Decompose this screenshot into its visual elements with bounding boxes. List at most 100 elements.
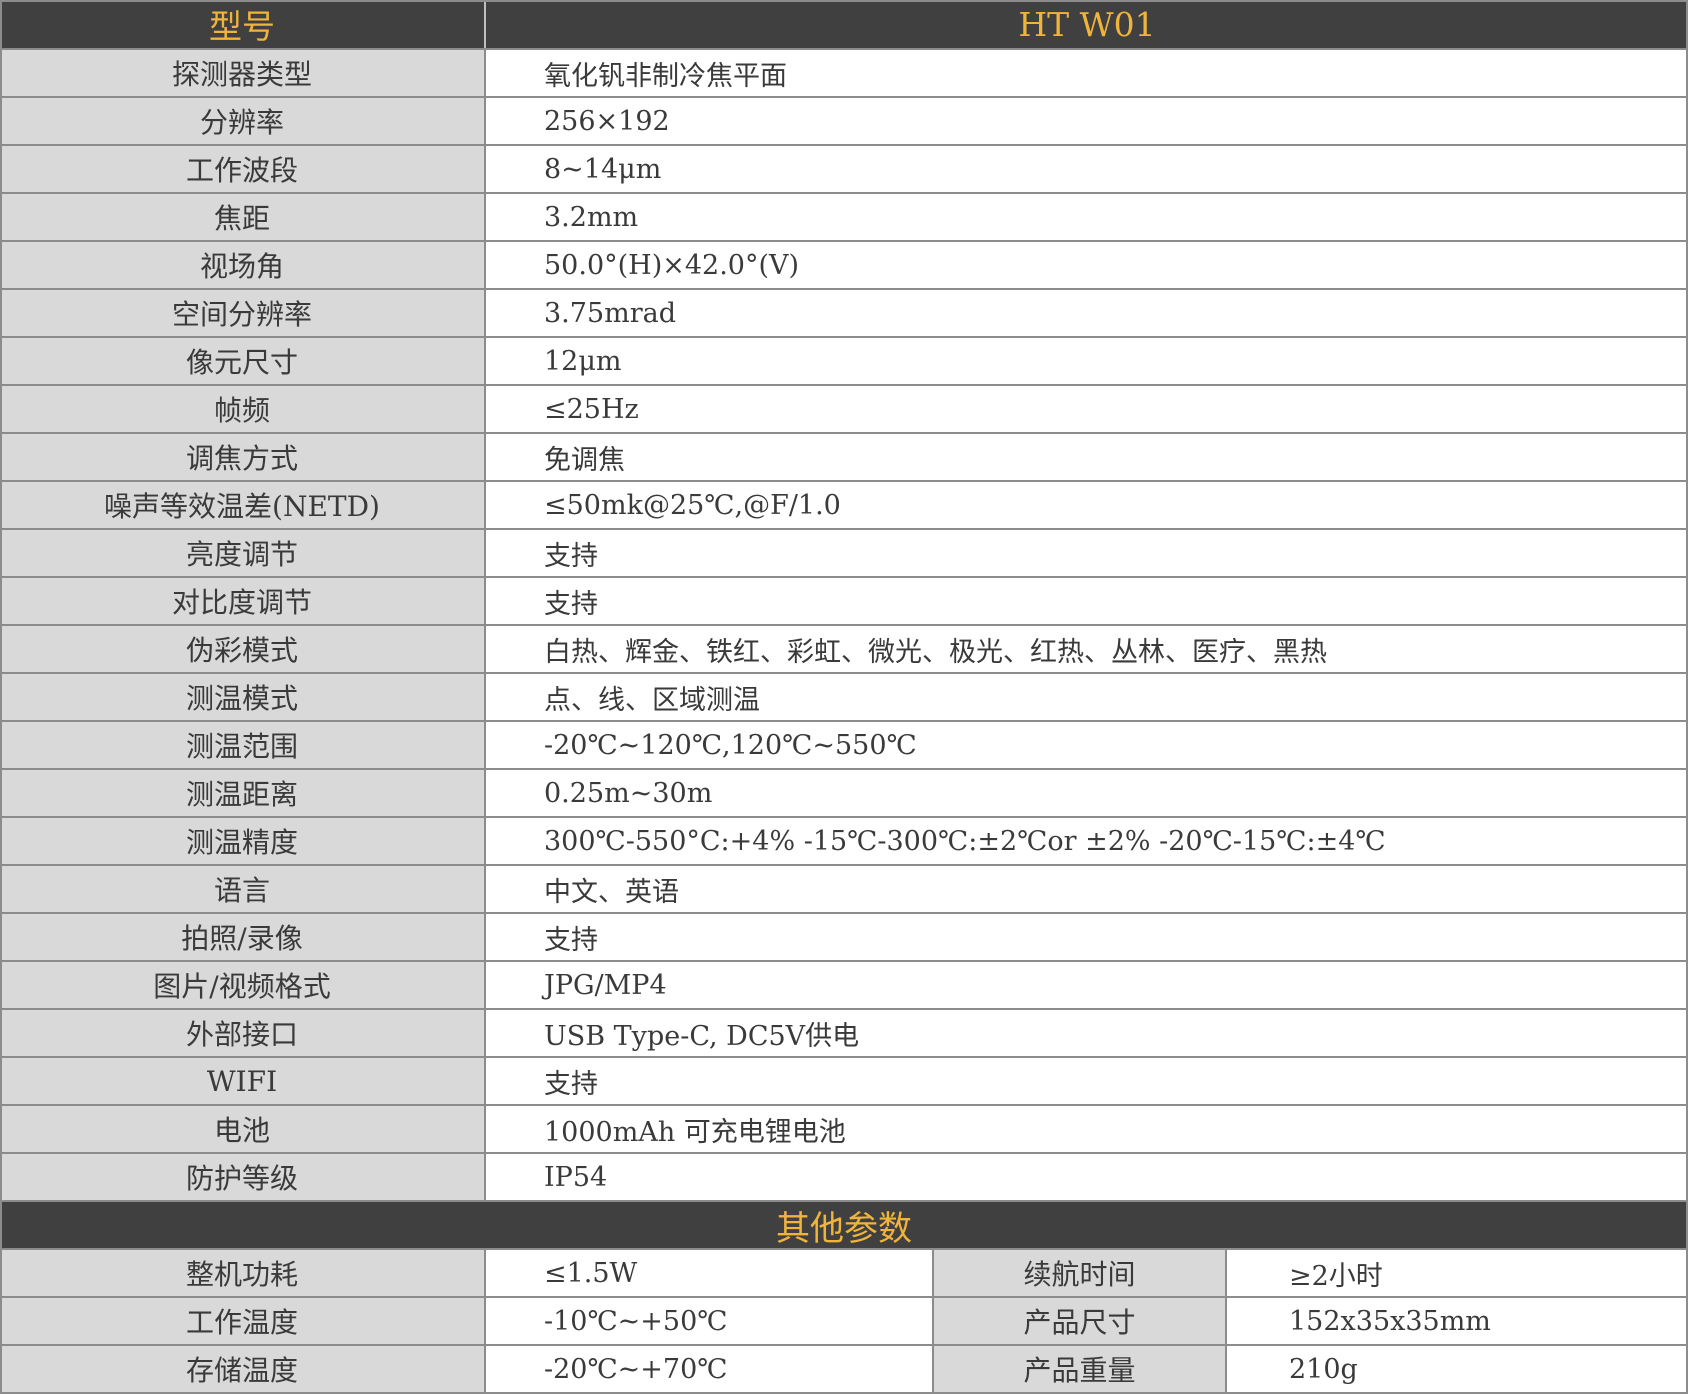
row-divider: [0, 816, 1688, 818]
spec-label: 焦距: [0, 194, 486, 240]
spec-label: 亮度调节: [0, 530, 486, 576]
other-section-title: 其他参数: [776, 1208, 912, 1249]
spec-label: 电池: [0, 1106, 486, 1152]
row-divider: [0, 960, 1688, 962]
spec-value: 0.25m~30m: [486, 770, 1688, 816]
spec-value: 支持: [486, 578, 1688, 624]
table-row: 分辨率 256×192: [0, 98, 1688, 144]
spec-sheet: 型号 HT W01 探测器类型 氧化钒非制冷焦平面 分辨率 256×192 工作波段…: [0, 0, 1688, 1394]
spec-label: 测温距离: [0, 770, 486, 816]
spec-value: JPG/MP4: [486, 962, 1688, 1008]
spec-value: ≤25Hz: [486, 386, 1688, 432]
spec-value: USB Type-C, DC5V供电: [486, 1010, 1688, 1056]
other-value: ≤1.5W: [486, 1250, 934, 1296]
table-row: 测温范围 -20℃~120℃,120℃~550℃: [0, 722, 1688, 768]
table-row: 电池 1000mAh 可充电锂电池: [0, 1106, 1688, 1152]
spec-value: 8~14μm: [486, 146, 1688, 192]
row-divider: [0, 96, 1688, 98]
spec-value: 300℃-550°C:+4% -15℃-300℃:±2℃or ±2% -20℃-…: [486, 818, 1688, 864]
table-row: 亮度调节 支持: [0, 530, 1688, 576]
table-row: 工作波段 8~14μm: [0, 146, 1688, 192]
table-row: 测温精度 300℃-550°C:+4% -15℃-300℃:±2℃or ±2% -…: [0, 818, 1688, 864]
other-label: 存储温度: [0, 1346, 486, 1392]
other-value: 210g: [1227, 1346, 1688, 1392]
other-value: ≥2小时: [1227, 1250, 1688, 1296]
table-row: 工作温度 -10℃~+50℃ 产品尺寸 152x35x35mm: [0, 1298, 1688, 1344]
table-row: 语言 中文、英语: [0, 866, 1688, 912]
spec-value: 3.2mm: [486, 194, 1688, 240]
other-section-header: 其他参数: [0, 1202, 1688, 1249]
header-model-value: HT W01: [1018, 4, 1156, 44]
spec-label: 调焦方式: [0, 434, 486, 480]
row-divider: [0, 864, 1688, 866]
other-value: 152x35x35mm: [1227, 1298, 1688, 1344]
spec-label: 语言: [0, 866, 486, 912]
spec-label: 噪声等效温差(NETD): [0, 482, 486, 528]
spec-value: ≤50mk@25℃,@F/1.0: [486, 482, 1688, 528]
table-row: 探测器类型 氧化钒非制冷焦平面: [0, 50, 1688, 96]
spec-label: 测温范围: [0, 722, 486, 768]
row-divider: [0, 384, 1688, 386]
header-model-label: 型号: [0, 0, 486, 48]
row-divider: [0, 912, 1688, 914]
spec-value: 支持: [486, 914, 1688, 960]
spec-value: 50.0°(H)×42.0°(V): [486, 242, 1688, 288]
spec-value: 1000mAh 可充电锂电池: [486, 1106, 1688, 1152]
table-row: 测温距离 0.25m~30m: [0, 770, 1688, 816]
spec-label: 防护等级: [0, 1154, 486, 1200]
row-divider: [0, 48, 1688, 50]
spec-label: 测温精度: [0, 818, 486, 864]
table-row: 视场角 50.0°(H)×42.0°(V): [0, 242, 1688, 288]
table-row: 测温模式 点、线、区域测温: [0, 674, 1688, 720]
spec-value: 免调焦: [486, 434, 1688, 480]
spec-label: 拍照/录像: [0, 914, 486, 960]
row-divider: [0, 288, 1688, 290]
row-divider: [0, 432, 1688, 434]
row-divider: [0, 192, 1688, 194]
other-value: -10℃~+50℃: [486, 1298, 934, 1344]
row-divider: [0, 480, 1688, 482]
spec-label: 测温模式: [0, 674, 486, 720]
spec-value: 白热、辉金、铁红、彩虹、微光、极光、红热、丛林、医疗、黑热: [486, 626, 1688, 672]
table-row: 调焦方式 免调焦: [0, 434, 1688, 480]
table-row: 对比度调节 支持: [0, 578, 1688, 624]
table-row: WIFI 支持: [0, 1058, 1688, 1104]
other-label: 整机功耗: [0, 1250, 486, 1296]
spec-value: 氧化钒非制冷焦平面: [486, 50, 1688, 96]
spec-value: 中文、英语: [486, 866, 1688, 912]
row-divider: [0, 1296, 1688, 1298]
table-row: 帧频 ≤25Hz: [0, 386, 1688, 432]
spec-value: 12μm: [486, 338, 1688, 384]
row-divider: [0, 624, 1688, 626]
table-row: 存储温度 -20℃~+70℃ 产品重量 210g: [0, 1346, 1688, 1392]
other-label: 产品尺寸: [934, 1298, 1227, 1344]
spec-value: 点、线、区域测温: [486, 674, 1688, 720]
table-row: 图片/视频格式 JPG/MP4: [0, 962, 1688, 1008]
row-divider: [0, 1200, 1688, 1202]
row-divider: [0, 1008, 1688, 1010]
spec-value: -20℃~120℃,120℃~550℃: [486, 722, 1688, 768]
table-row: 空间分辨率 3.75mrad: [0, 290, 1688, 336]
spec-value: 支持: [486, 530, 1688, 576]
spec-label: 视场角: [0, 242, 486, 288]
other-label: 续航时间: [934, 1250, 1227, 1296]
spec-label: 像元尺寸: [0, 338, 486, 384]
spec-label: 空间分辨率: [0, 290, 486, 336]
row-divider: [0, 144, 1688, 146]
row-divider: [0, 1056, 1688, 1058]
table-row: 噪声等效温差(NETD) ≤50mk@25℃,@F/1.0: [0, 482, 1688, 528]
spec-label: 探测器类型: [0, 50, 486, 96]
row-divider: [0, 672, 1688, 674]
spec-label: 图片/视频格式: [0, 962, 486, 1008]
row-divider: [0, 1104, 1688, 1106]
row-divider: [0, 576, 1688, 578]
spec-label: 外部接口: [0, 1010, 486, 1056]
table-row: 伪彩模式 白热、辉金、铁红、彩虹、微光、极光、红热、丛林、医疗、黑热: [0, 626, 1688, 672]
spec-value: 支持: [486, 1058, 1688, 1104]
table-row: 像元尺寸 12μm: [0, 338, 1688, 384]
table-row: 整机功耗 ≤1.5W 续航时间 ≥2小时: [0, 1250, 1688, 1296]
spec-label: 伪彩模式: [0, 626, 486, 672]
row-divider: [0, 1152, 1688, 1154]
spec-value: IP54: [486, 1154, 1688, 1200]
row-divider: [0, 528, 1688, 530]
